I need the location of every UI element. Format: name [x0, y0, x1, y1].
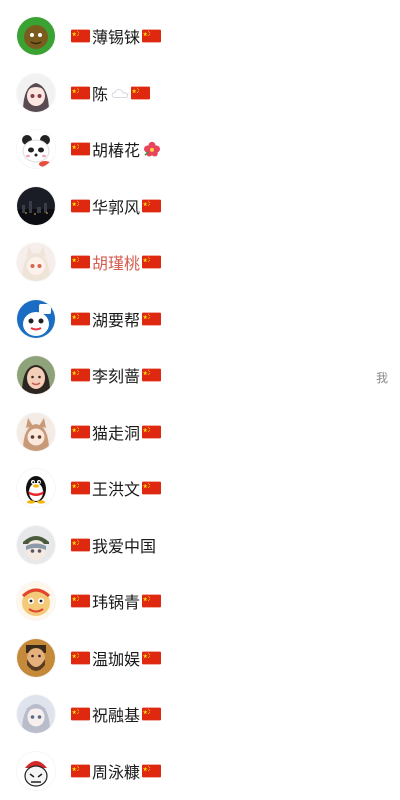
contact-name: 胡瑾桃 — [70, 250, 162, 274]
bearded-man-avatar[interactable] — [17, 639, 55, 677]
city-night-avatar[interactable] — [17, 187, 55, 225]
china-flag-icon — [142, 651, 162, 665]
contact-row[interactable]: 李刻蔷 — [0, 347, 400, 403]
contact-name-text: 陈 — [92, 85, 109, 104]
qq-penguin-avatar[interactable] — [17, 469, 55, 507]
china-flag-icon — [142, 594, 162, 608]
china-flag-icon — [71, 764, 90, 778]
contact-row[interactable]: 陈 — [0, 65, 400, 121]
contact-name: 陈 — [70, 81, 151, 105]
china-flag-icon — [71, 538, 90, 552]
green-fruit-avatar[interactable] — [17, 17, 55, 55]
contact-name: 华郭风 — [70, 194, 162, 218]
contact-name-text: 华郭风 — [92, 198, 141, 217]
china-flag-icon — [71, 29, 90, 43]
contact-row[interactable]: 我爱中国 — [0, 517, 400, 573]
china-flag-icon — [71, 255, 90, 269]
china-flag-icon — [131, 86, 151, 100]
contact-row[interactable]: 王洪文 — [0, 460, 400, 516]
contact-row[interactable]: 湖要帮 — [0, 291, 400, 347]
china-flag-icon — [142, 707, 162, 721]
hibiscus-icon — [143, 141, 161, 157]
contact-name: 猫走洞 — [70, 420, 162, 444]
contact-row[interactable]: 周泳糠 — [0, 743, 400, 799]
anime-silver-hair-avatar[interactable] — [17, 695, 55, 733]
contact-row[interactable]: 猫走洞 — [0, 404, 400, 460]
china-flag-icon — [142, 312, 162, 326]
contact-name-text: 玮锅青 — [92, 593, 141, 612]
china-flag-icon — [71, 594, 90, 608]
china-flag-icon — [142, 425, 162, 439]
contact-name-text: 李刻蔷 — [92, 367, 141, 386]
contact-name: 我爱中国 — [70, 533, 156, 557]
contact-name: 温珈娱 — [70, 646, 162, 670]
contact-name-text: 王洪文 — [92, 480, 141, 499]
china-flag-icon — [71, 312, 90, 326]
china-flag-icon — [142, 481, 162, 495]
panda-avatar[interactable] — [17, 130, 55, 168]
china-flag-icon — [71, 199, 90, 213]
china-flag-icon — [142, 199, 162, 213]
red-hat-figure-avatar[interactable] — [17, 752, 55, 790]
contact-name-text: 周泳糠 — [92, 763, 141, 782]
cartoon-ghost-avatar[interactable] — [17, 300, 55, 338]
contact-name-text: 薄锡铼 — [92, 28, 141, 47]
contact-name: 湖要帮 — [70, 307, 162, 331]
china-flag-icon — [71, 86, 90, 100]
contact-name: 王洪文 — [70, 476, 162, 500]
china-flag-icon — [71, 651, 90, 665]
contact-row[interactable]: 温珈娱 — [0, 630, 400, 686]
contact-name-text: 温珈娱 — [92, 650, 141, 669]
contact-row[interactable]: 玮锅青 — [0, 573, 400, 629]
contact-name-text: 湖要帮 — [92, 311, 141, 330]
contact-list: 薄锡铼陈胡椿花华郭风胡瑾桃湖要帮李刻蔷猫走洞王洪文我爱中国玮锅青温珈娱祝融基周泳… — [0, 0, 400, 800]
contact-name-text: 祝融基 — [92, 706, 141, 725]
contact-row[interactable]: 华郭风 — [0, 178, 400, 234]
contact-row[interactable]: 胡瑾桃 — [0, 234, 400, 290]
contact-name: 胡椿花 — [70, 137, 161, 161]
china-flag-icon — [142, 368, 162, 382]
lion-dance-avatar[interactable] — [17, 582, 55, 620]
contact-name-text: 胡椿花 — [92, 141, 141, 160]
contact-row[interactable]: 薄锡铼 — [0, 8, 400, 64]
china-flag-icon — [142, 255, 162, 269]
photo-woman-avatar[interactable] — [17, 356, 55, 394]
china-flag-icon — [142, 764, 162, 778]
contact-name: 玮锅青 — [70, 589, 162, 613]
anime-cat-girl-avatar[interactable] — [17, 243, 55, 281]
china-flag-icon — [71, 707, 90, 721]
contact-row[interactable]: 胡椿花 — [0, 121, 400, 177]
china-flag-icon — [142, 29, 162, 43]
china-flag-icon — [71, 481, 90, 495]
soldier-anime-avatar[interactable] — [17, 526, 55, 564]
china-flag-icon — [71, 368, 90, 382]
index-letter-wo[interactable]: 我 — [376, 369, 388, 386]
contact-name: 祝融基 — [70, 702, 162, 726]
contact-name-text: 胡瑾桃 — [92, 254, 141, 273]
contact-name-text: 我爱中国 — [92, 537, 157, 556]
contact-name-text: 猫走洞 — [92, 424, 141, 443]
china-flag-icon — [71, 142, 90, 156]
anime-girl-avatar[interactable] — [17, 74, 55, 112]
contact-name: 李刻蔷 — [70, 363, 162, 387]
anime-catgirl-avatar[interactable] — [17, 413, 55, 451]
contact-row[interactable]: 祝融基 — [0, 686, 400, 742]
contact-name: 周泳糠 — [70, 759, 162, 783]
contact-name: 薄锡铼 — [70, 24, 162, 48]
china-flag-icon — [71, 425, 90, 439]
cloud-icon — [111, 85, 129, 101]
